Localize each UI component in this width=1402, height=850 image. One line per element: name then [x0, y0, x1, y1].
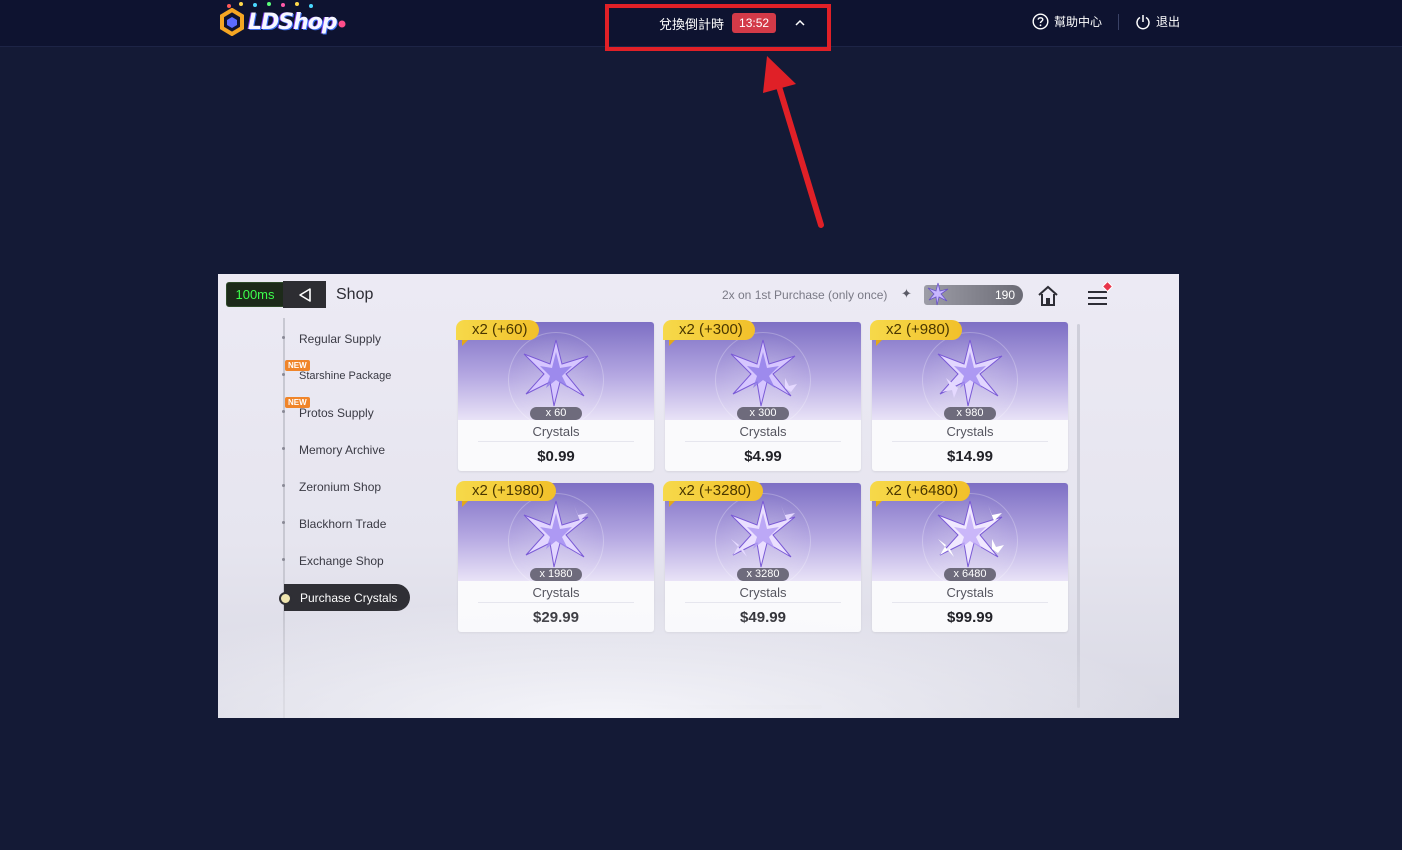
- nav-item-exchange-shop[interactable]: Exchange Shop: [282, 542, 423, 579]
- crystal-pack-card[interactable]: x2 (+60) x 60 Crystals $0.99: [456, 320, 654, 471]
- crystal-cluster-icon: [523, 500, 589, 568]
- price-label: $0.99: [537, 448, 575, 465]
- logo-text: LDShop: [248, 9, 338, 35]
- price-label: $49.99: [740, 609, 786, 626]
- help-center-label: 幫助中心: [1053, 15, 1102, 29]
- ldshop-logo[interactable]: LDShop: [219, 2, 346, 40]
- crystal-pack-card[interactable]: x2 (+3280) x 3280 Crystals $49.99: [663, 481, 861, 632]
- logout-link[interactable]: 退出: [1135, 13, 1180, 30]
- nav-item-label: Regular Supply: [299, 331, 382, 346]
- nav-item-zeronium-shop[interactable]: Zeronium Shop: [282, 468, 423, 505]
- crystal-balance-value: 190: [994, 288, 1015, 302]
- vertical-scrollbar[interactable]: [1077, 324, 1080, 708]
- ldshop-logo-icon: [220, 8, 244, 36]
- horizontal-scrollbar[interactable]: [574, 705, 822, 709]
- bonus-ribbon: x2 (+6480): [870, 481, 971, 507]
- nav-item-blackhorn-trade[interactable]: Blackhorn Trade: [282, 505, 423, 542]
- crystal-balance[interactable]: 190: [924, 282, 1023, 306]
- bonus-ribbon: x2 (+980): [870, 320, 962, 346]
- crystal-icon: [927, 282, 949, 306]
- divider: [685, 441, 841, 442]
- shop-category-nav: Regular Supply NEW Starshine Package NEW…: [279, 320, 423, 611]
- quantity-pill: x 6480: [944, 568, 996, 581]
- quantity-pill: x 3280: [737, 568, 789, 581]
- item-name: Crystals: [946, 585, 994, 600]
- highlight-box-annotation: [605, 4, 831, 51]
- divider: [892, 602, 1048, 603]
- item-name: Crystals: [739, 585, 787, 600]
- nav-item-starshine-package[interactable]: NEW Starshine Package: [282, 357, 423, 394]
- nav-item-label: Purchase Crystals: [300, 590, 398, 605]
- quantity-pill: x 980: [944, 407, 996, 420]
- bonus-ribbon: x2 (+60): [456, 320, 540, 346]
- nav-item-regular-supply[interactable]: Regular Supply: [282, 320, 423, 357]
- ping-indicator: 100ms: [226, 282, 284, 307]
- crystal-cluster-icon: [730, 339, 797, 407]
- price-label: $4.99: [744, 448, 782, 465]
- quantity-pill: x 60: [530, 407, 582, 420]
- nav-item-label: Protos Supply: [299, 405, 374, 420]
- item-name: Crystals: [739, 424, 787, 439]
- divider: [478, 602, 634, 603]
- nav-item-protos-supply[interactable]: NEW Protos Supply: [282, 394, 423, 431]
- sparkle-icon: ✦: [901, 286, 912, 301]
- price-label: $29.99: [533, 609, 579, 626]
- power-icon: [1136, 14, 1150, 29]
- bonus-ribbon: x2 (+300): [663, 320, 755, 346]
- nav-item-label: Starshine Package: [299, 369, 392, 382]
- top-right-actions: 幫助中心 退出: [1032, 13, 1180, 30]
- nav-item-memory-archive[interactable]: Memory Archive: [282, 431, 423, 468]
- divider: [478, 441, 634, 442]
- quantity-pill: x 300: [737, 407, 789, 420]
- menu-icon[interactable]: [1085, 282, 1115, 308]
- home-icon[interactable]: [1036, 284, 1060, 308]
- item-name: Crystals: [946, 424, 994, 439]
- nav-item-label: Zeronium Shop: [299, 479, 382, 494]
- new-badge: NEW: [285, 397, 310, 408]
- logo-dot-icon: [338, 20, 346, 28]
- logout-label: 退出: [1155, 15, 1180, 29]
- item-name: Crystals: [532, 585, 580, 600]
- item-name: Crystals: [532, 424, 580, 439]
- help-center-link[interactable]: 幫助中心: [1032, 13, 1102, 30]
- crystal-cluster-icon: [730, 500, 796, 568]
- promo-text: 2x on 1st Purchase (only once): [722, 288, 888, 302]
- new-badge: NEW: [285, 360, 310, 371]
- divider: [685, 602, 841, 603]
- back-button[interactable]: [283, 281, 326, 308]
- nav-item-label: Blackhorn Trade: [299, 516, 387, 531]
- crystal-pack-card[interactable]: x2 (+980) x 980 Crystals $14.99: [870, 320, 1068, 471]
- crystal-cluster-icon: [937, 500, 1004, 568]
- nav-item-purchase-crystals[interactable]: Purchase Crystals: [279, 584, 410, 611]
- price-label: $14.99: [947, 448, 993, 465]
- divider: [1117, 13, 1119, 30]
- help-circle-icon: [1032, 13, 1049, 30]
- nav-item-label: Exchange Shop: [299, 553, 384, 568]
- price-label: $99.99: [947, 609, 993, 626]
- quantity-pill: x 1980: [530, 568, 582, 581]
- divider: [892, 441, 1048, 442]
- crystal-pack-card[interactable]: x2 (+300) x 300 Crystals $4.99: [663, 320, 861, 471]
- game-shop-window: 100ms Shop 2x on 1st Purchase (only once…: [218, 274, 1179, 718]
- crystal-cluster-icon: [937, 339, 1003, 407]
- crystal-cluster-icon: [523, 339, 589, 407]
- shop-title: Shop: [336, 286, 374, 303]
- bonus-ribbon: x2 (+1980): [456, 481, 557, 507]
- crystal-pack-card[interactable]: x2 (+1980) x 1980 Crystals $29.99: [456, 481, 654, 632]
- back-triangle-icon: [298, 287, 311, 302]
- nav-item-label: Memory Archive: [299, 442, 386, 457]
- bonus-ribbon: x2 (+3280): [663, 481, 764, 507]
- crystal-pack-card[interactable]: x2 (+6480) x 6480 Crystals $99.99: [870, 481, 1068, 632]
